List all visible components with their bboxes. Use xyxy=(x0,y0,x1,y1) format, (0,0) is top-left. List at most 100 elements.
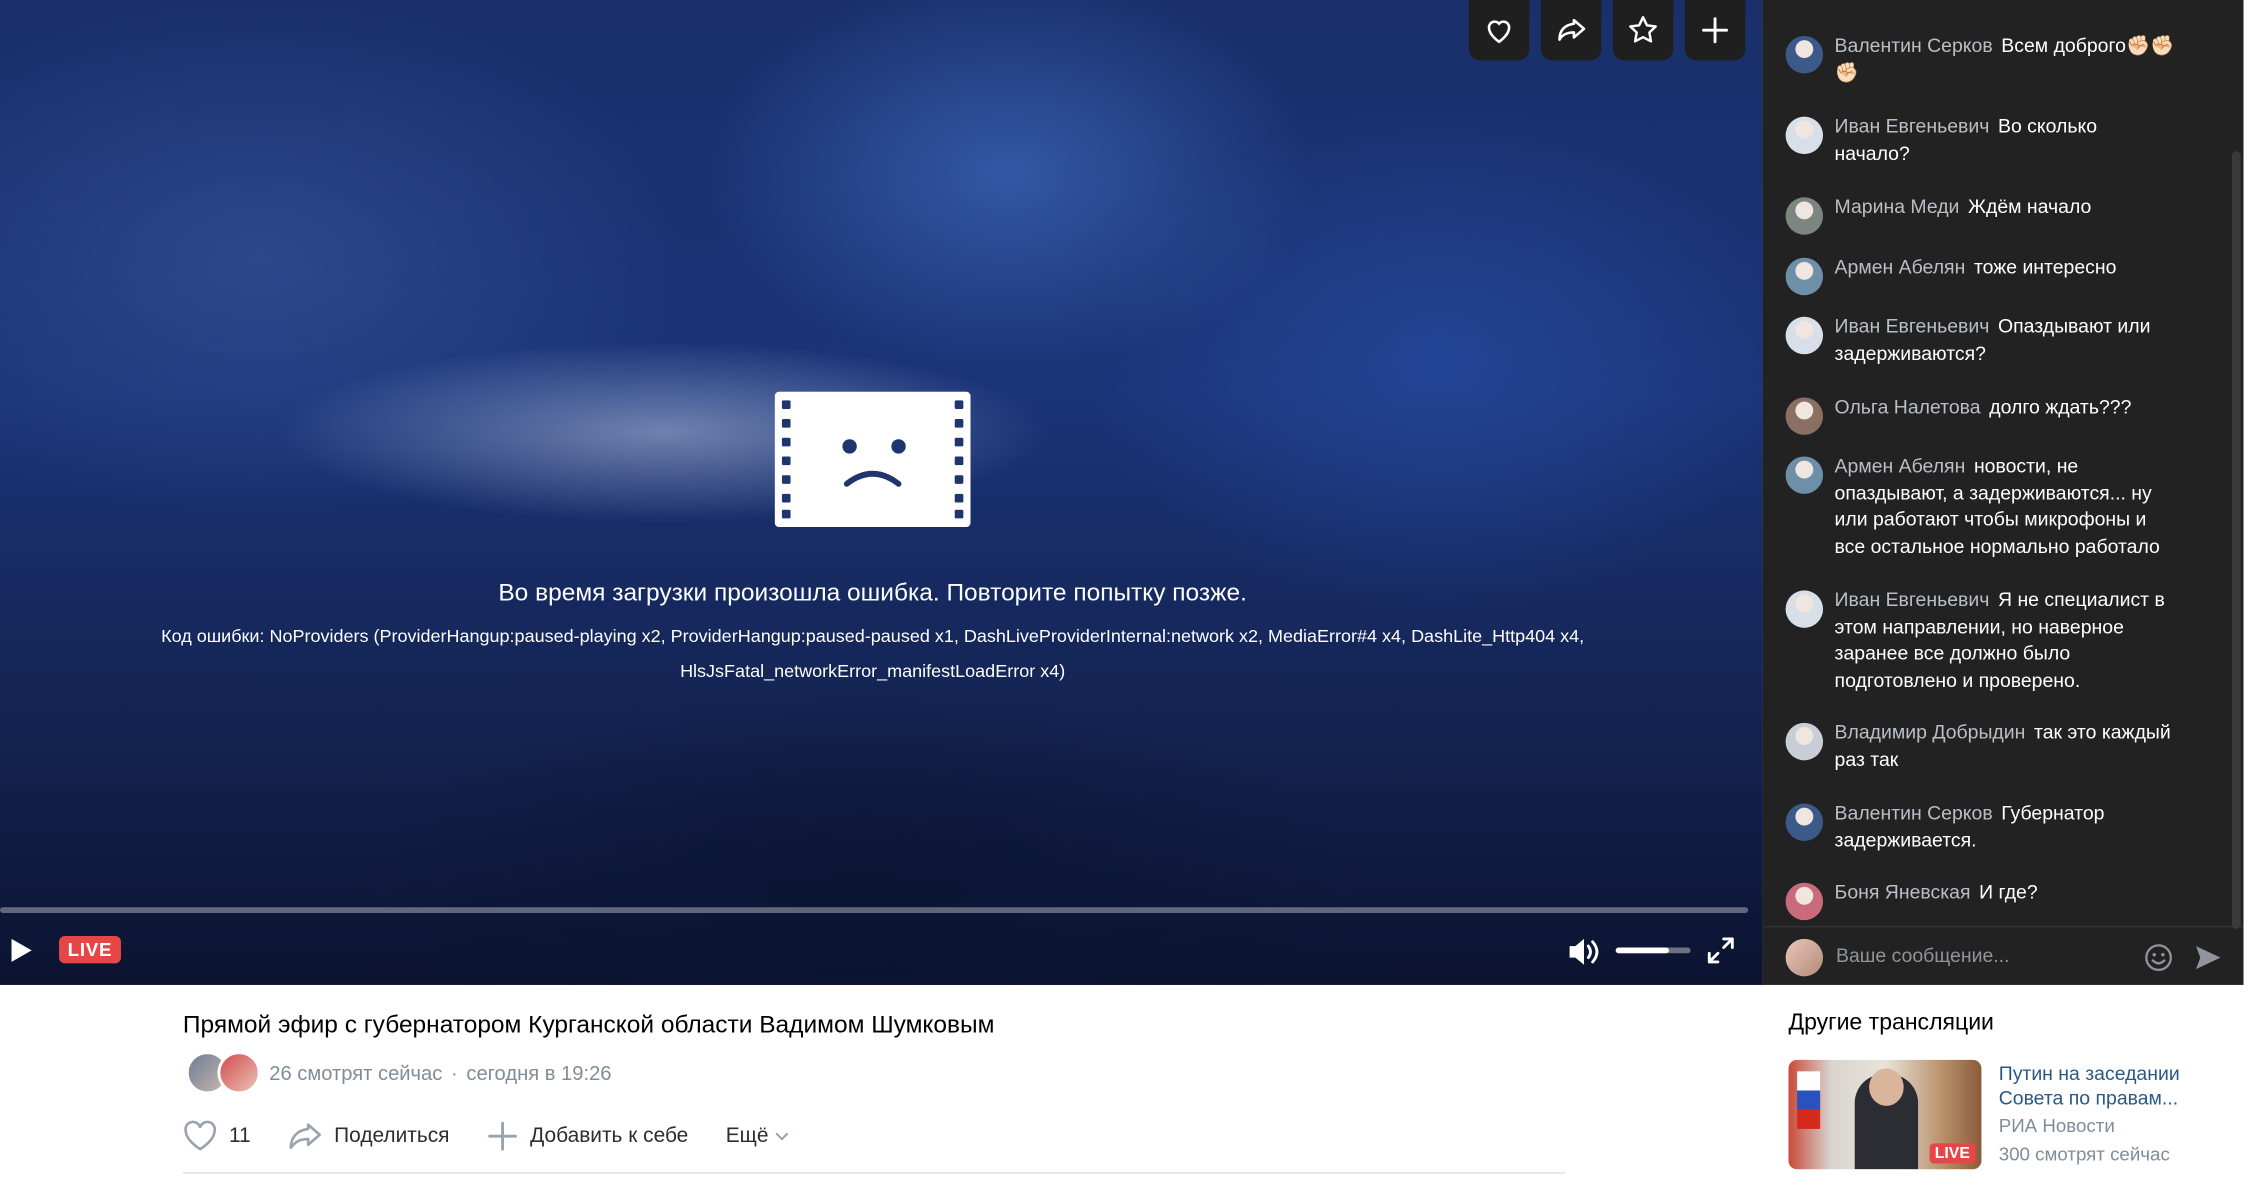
chat-author[interactable]: Валентин Серков xyxy=(1835,35,1993,57)
other-stream-viewers: 300 смотрят сейчас xyxy=(1998,1143,2170,1165)
chat-message: Валентин Серков Губернатор задерживается. xyxy=(1785,801,2175,854)
chat-author[interactable]: Ольга Налетова xyxy=(1835,396,1981,418)
chat-message-body: Марина Меди Ждём начало xyxy=(1835,194,2175,221)
chat-author[interactable]: Боня Яневская xyxy=(1835,881,1971,903)
avatar xyxy=(217,1051,261,1095)
more-button[interactable]: Ещё xyxy=(726,1125,789,1148)
chat-message: Боня Яневская И где? xyxy=(1785,880,2175,921)
play-icon[interactable] xyxy=(10,937,33,963)
divider xyxy=(182,1172,1566,1174)
heart-icon xyxy=(184,1120,217,1151)
share-label: Поделиться xyxy=(334,1124,450,1148)
like-button[interactable]: 11 xyxy=(183,1120,251,1152)
chat-text: И где? xyxy=(1979,881,2038,903)
share-icon xyxy=(289,1123,322,1149)
my-avatar xyxy=(1785,938,1824,977)
chat-message-body: Иван Евгеньевич Я не специалист в этом на… xyxy=(1835,588,2175,695)
chat-text: Ждём начало xyxy=(1968,195,2092,218)
viewer-avatars xyxy=(185,1051,261,1095)
avatar[interactable] xyxy=(1785,257,1824,296)
chat-author[interactable]: Валентин Серков xyxy=(1835,802,1993,824)
avatar[interactable] xyxy=(1785,116,1824,155)
heart-icon xyxy=(1487,20,1511,44)
share-button[interactable]: Поделиться xyxy=(288,1120,449,1152)
viewer-count: 26 смотрят сейчас xyxy=(269,1061,443,1085)
stream-time: сегодня в 19:26 xyxy=(466,1061,612,1085)
chat-message-body: Иван Евгеньевич Опаздывают или задерживаю… xyxy=(1835,314,2175,367)
face-image xyxy=(1869,1068,1904,1106)
add-label: Добавить к себе xyxy=(530,1124,689,1148)
chat-author[interactable]: Марина Меди xyxy=(1835,196,1960,218)
chevron-down-icon xyxy=(774,1132,788,1141)
avatar[interactable] xyxy=(1785,803,1824,841)
chat-scrollbar[interactable] xyxy=(2232,151,2241,929)
other-stream-title[interactable]: Путин на заседании Совета по правам... xyxy=(1999,1061,2215,1110)
avatar[interactable] xyxy=(1785,722,1824,761)
chat-message-body: Иван Евгеньевич Во сколько начало? xyxy=(1835,114,2175,167)
error-message: Во время загрузки произошла ошибка. Повт… xyxy=(498,578,1247,607)
flag-image xyxy=(1797,1071,1821,1129)
video-progress-bar[interactable] xyxy=(0,907,1749,913)
chat-message-body: Валентин Серков Губернатор задерживается. xyxy=(1835,801,2175,854)
chat-author[interactable]: Иван Евгеньевич xyxy=(1835,589,1990,611)
error-code: Код ошибки: NoProviders (ProviderHangup:… xyxy=(130,619,1616,688)
avatar[interactable] xyxy=(1785,36,1824,74)
share-icon xyxy=(1558,18,1586,41)
share-video-button[interactable] xyxy=(1540,0,1602,61)
avatar[interactable] xyxy=(1785,882,1824,921)
chat-message: Иван Евгеньевич Во сколько начало? xyxy=(1785,114,2175,167)
fullscreen-icon[interactable] xyxy=(1706,936,1735,965)
other-streams-heading: Другие трансляции xyxy=(1788,1010,1994,1036)
like-video-button[interactable] xyxy=(1468,0,1530,61)
chat-text: долго ждать??? xyxy=(1989,396,2132,418)
avatar[interactable] xyxy=(1785,397,1824,435)
chat-message-body: Валентин Серков Всем доброго✊🏻✊🏻✊🏻 xyxy=(1835,33,2175,86)
avatar[interactable] xyxy=(1785,316,1824,355)
plus-icon xyxy=(1702,17,1729,44)
chat-message: Валентин Серков Всем доброго✊🏻✊🏻✊🏻 xyxy=(1785,33,2175,86)
add-to-mine-button[interactable]: Добавить к себе xyxy=(487,1120,688,1152)
chat-author[interactable]: Армен Абелян xyxy=(1835,455,1966,477)
emoji-icon[interactable] xyxy=(2144,943,2173,972)
volume-icon[interactable] xyxy=(1567,936,1602,968)
chat-message: Иван Евгеньевич Опаздывают или задерживаю… xyxy=(1785,314,2175,367)
stream-title: Прямой эфир с губернатором Курганской об… xyxy=(182,1010,995,1039)
stream-actions: 11 Поделиться Добавить к себе Ещё xyxy=(183,1120,826,1152)
stream-thumbnail[interactable]: LIVE xyxy=(1788,1059,1982,1170)
error-code-line: HlsJsFatal_networkError_manifestLoadErro… xyxy=(680,660,1066,682)
other-stream-source[interactable]: РИА Новости xyxy=(1999,1115,2115,1137)
send-icon[interactable] xyxy=(2193,943,2222,972)
chat-message: Армен Абелян новости, не опаздывают, а за… xyxy=(1785,454,2175,561)
chat-message: Владимир Добрыдин так это каждый раз так xyxy=(1785,720,2175,773)
volume-level xyxy=(1615,947,1670,954)
more-label: Ещё xyxy=(725,1124,769,1148)
avatar[interactable] xyxy=(1785,197,1824,235)
chat-author[interactable]: Иван Евгеньевич xyxy=(1835,115,1990,137)
chat-author[interactable]: Иван Евгеньевич xyxy=(1835,315,1990,337)
plus-icon xyxy=(488,1121,518,1151)
avatar[interactable] xyxy=(1785,456,1824,494)
chat-author[interactable]: Армен Абелян xyxy=(1835,256,1966,278)
error-code-line: Код ошибки: NoProviders (ProviderHangup:… xyxy=(161,626,1585,647)
chat-message: Армен Абелян тоже интересно xyxy=(1785,255,2175,296)
avatar[interactable] xyxy=(1785,590,1824,628)
video-player[interactable]: Во время загрузки произошла ошибка. Повт… xyxy=(0,0,1763,985)
sad-film-icon xyxy=(774,391,971,528)
chat-author[interactable]: Владимир Добрыдин xyxy=(1835,721,2026,743)
page-edge xyxy=(2243,0,2258,1178)
favorite-video-button[interactable] xyxy=(1612,0,1674,61)
like-count: 11 xyxy=(228,1124,251,1148)
chat-message-body: Армен Абелян новости, не опаздывают, а за… xyxy=(1835,454,2175,561)
chat-message-body: Боня Яневская И где? xyxy=(1835,880,2175,907)
chat-input-bar: Ваше сообщение... xyxy=(1762,925,2244,986)
volume-slider[interactable] xyxy=(1615,947,1691,954)
chat-text: тоже интересно xyxy=(1973,256,2117,278)
live-badge: LIVE xyxy=(59,936,121,964)
chat-message-body: Ольга Налетова долго ждать??? xyxy=(1835,395,2175,422)
chat-message: Марина Меди Ждём начало xyxy=(1785,194,2175,235)
add-video-button[interactable] xyxy=(1684,0,1746,61)
chat-message-body: Владимир Добрыдин так это каждый раз так xyxy=(1835,720,2175,773)
chat-message-input[interactable]: Ваше сообщение... xyxy=(1836,945,2009,967)
other-streams: Другие трансляции LIVE Путин на заседани… xyxy=(1762,984,2244,1178)
star-icon xyxy=(1629,16,1657,43)
